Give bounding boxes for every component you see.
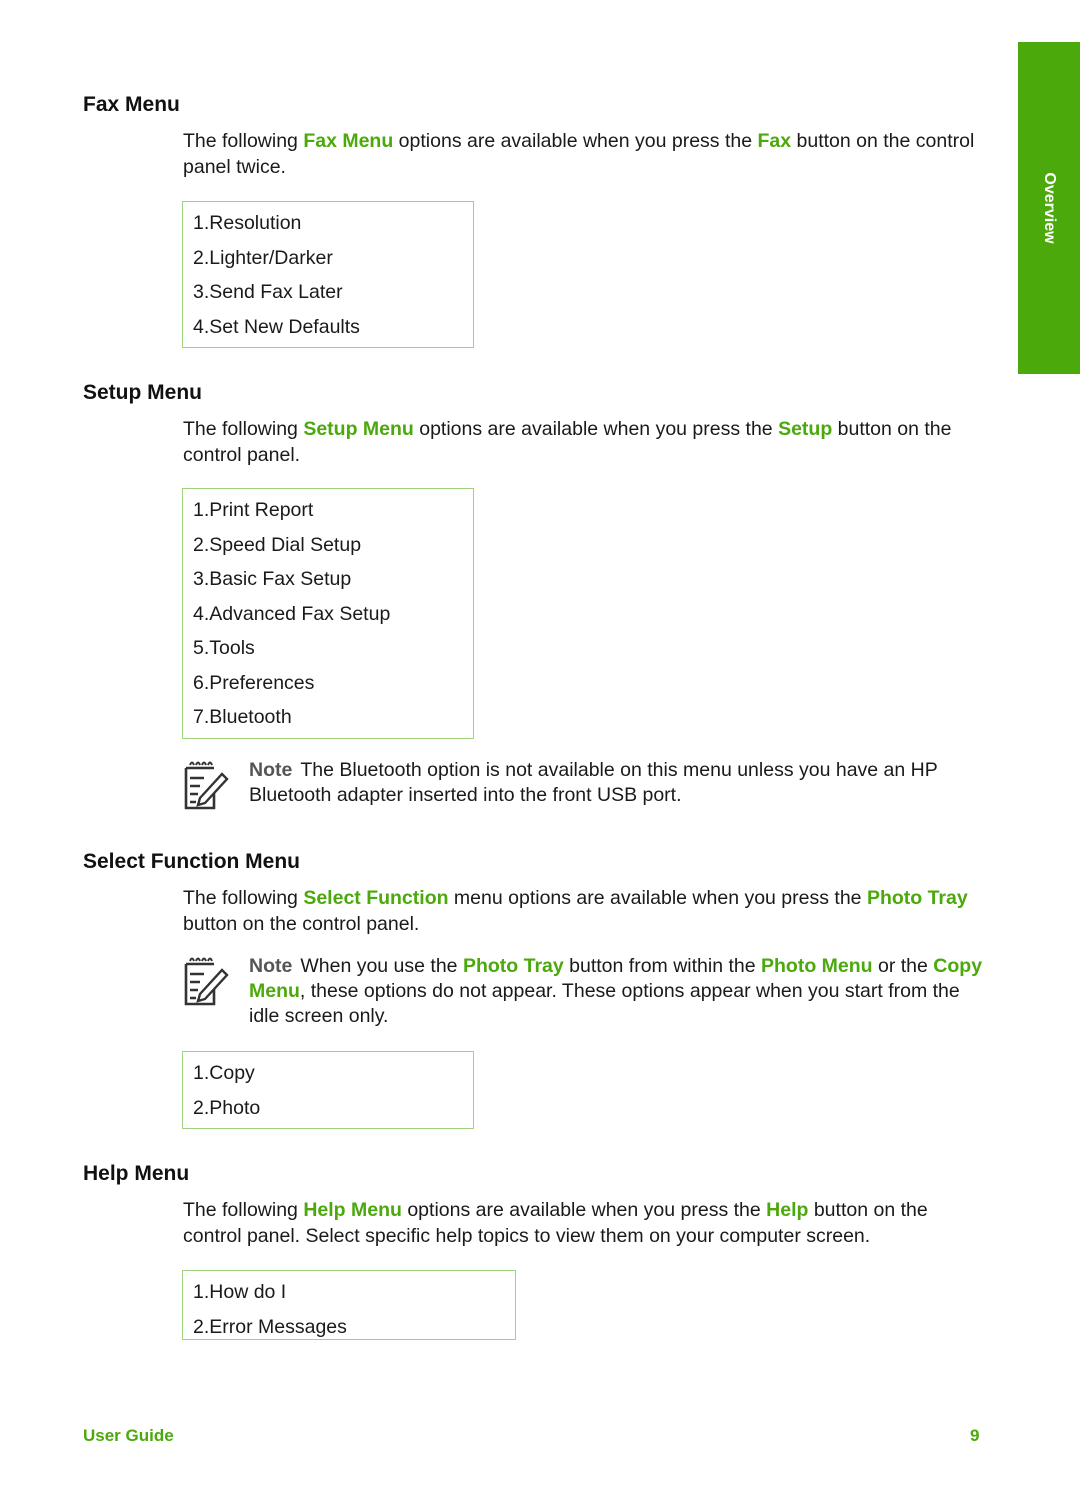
help-menu-options-box: 1.How do I 2.Error Messages [182,1270,516,1340]
menu-option: 3.Basic Fax Setup [193,568,352,590]
select-function-menu-heading: Select Function Menu [83,850,301,873]
menu-option: 1.Resolution [193,212,302,234]
setup-menu-options-box: 1.Print Report 2.Speed Dial Setup 3.Basi… [182,488,474,739]
side-tab-overview: Overview [1018,42,1080,374]
menu-option: 6.Preferences [193,671,315,694]
menu-option: 1.Copy [193,1062,255,1084]
note-pad-pencil-icon [184,761,229,810]
photo-tray-note: Note When you use the Photo Tray button f… [182,954,982,1034]
bluetooth-note: Note The Bluetooth option is not availabl… [182,758,982,818]
menu-option: 2.Photo [193,1096,261,1119]
menu-option: 3.Send Fax Later [193,281,343,303]
setup-menu-heading: Setup Menu [83,381,202,404]
footer-guide-title: User Guide [83,1426,174,1445]
menu-option: 4.Advanced Fax Setup [193,602,391,625]
side-tab-label: Overview [1041,172,1058,244]
fax-menu-options-box: 1.Resolution 2.Lighter/Darker 3.Send Fax… [182,201,474,348]
menu-option: 2.Lighter/Darker [193,246,333,269]
select-function-options-box: 1.Copy 2.Photo [182,1051,474,1129]
note-pad-pencil-icon [184,957,229,1006]
fax-menu-heading: Fax Menu [83,93,180,116]
menu-option: 1.Print Report [193,499,314,521]
fax-menu-description: The following Fax Menu options are avail… [183,130,975,178]
help-menu-heading: Help Menu [83,1162,190,1185]
select-function-description: The following Select Function menu optio… [183,887,968,935]
menu-option: 4.Set New Defaults [193,315,360,338]
page-number: 9 [970,1426,980,1445]
help-menu-description: The following Help Menu options are avai… [183,1199,928,1247]
setup-menu-description: The following Setup Menu options are ava… [183,418,952,466]
menu-option: 7.Bluetooth [193,706,292,728]
menu-option: 2.Speed Dial Setup [193,533,362,556]
menu-option: 1.How do I [193,1281,287,1303]
menu-option: 5.Tools [193,637,255,659]
menu-option: 2.Error Messages [193,1315,347,1338]
